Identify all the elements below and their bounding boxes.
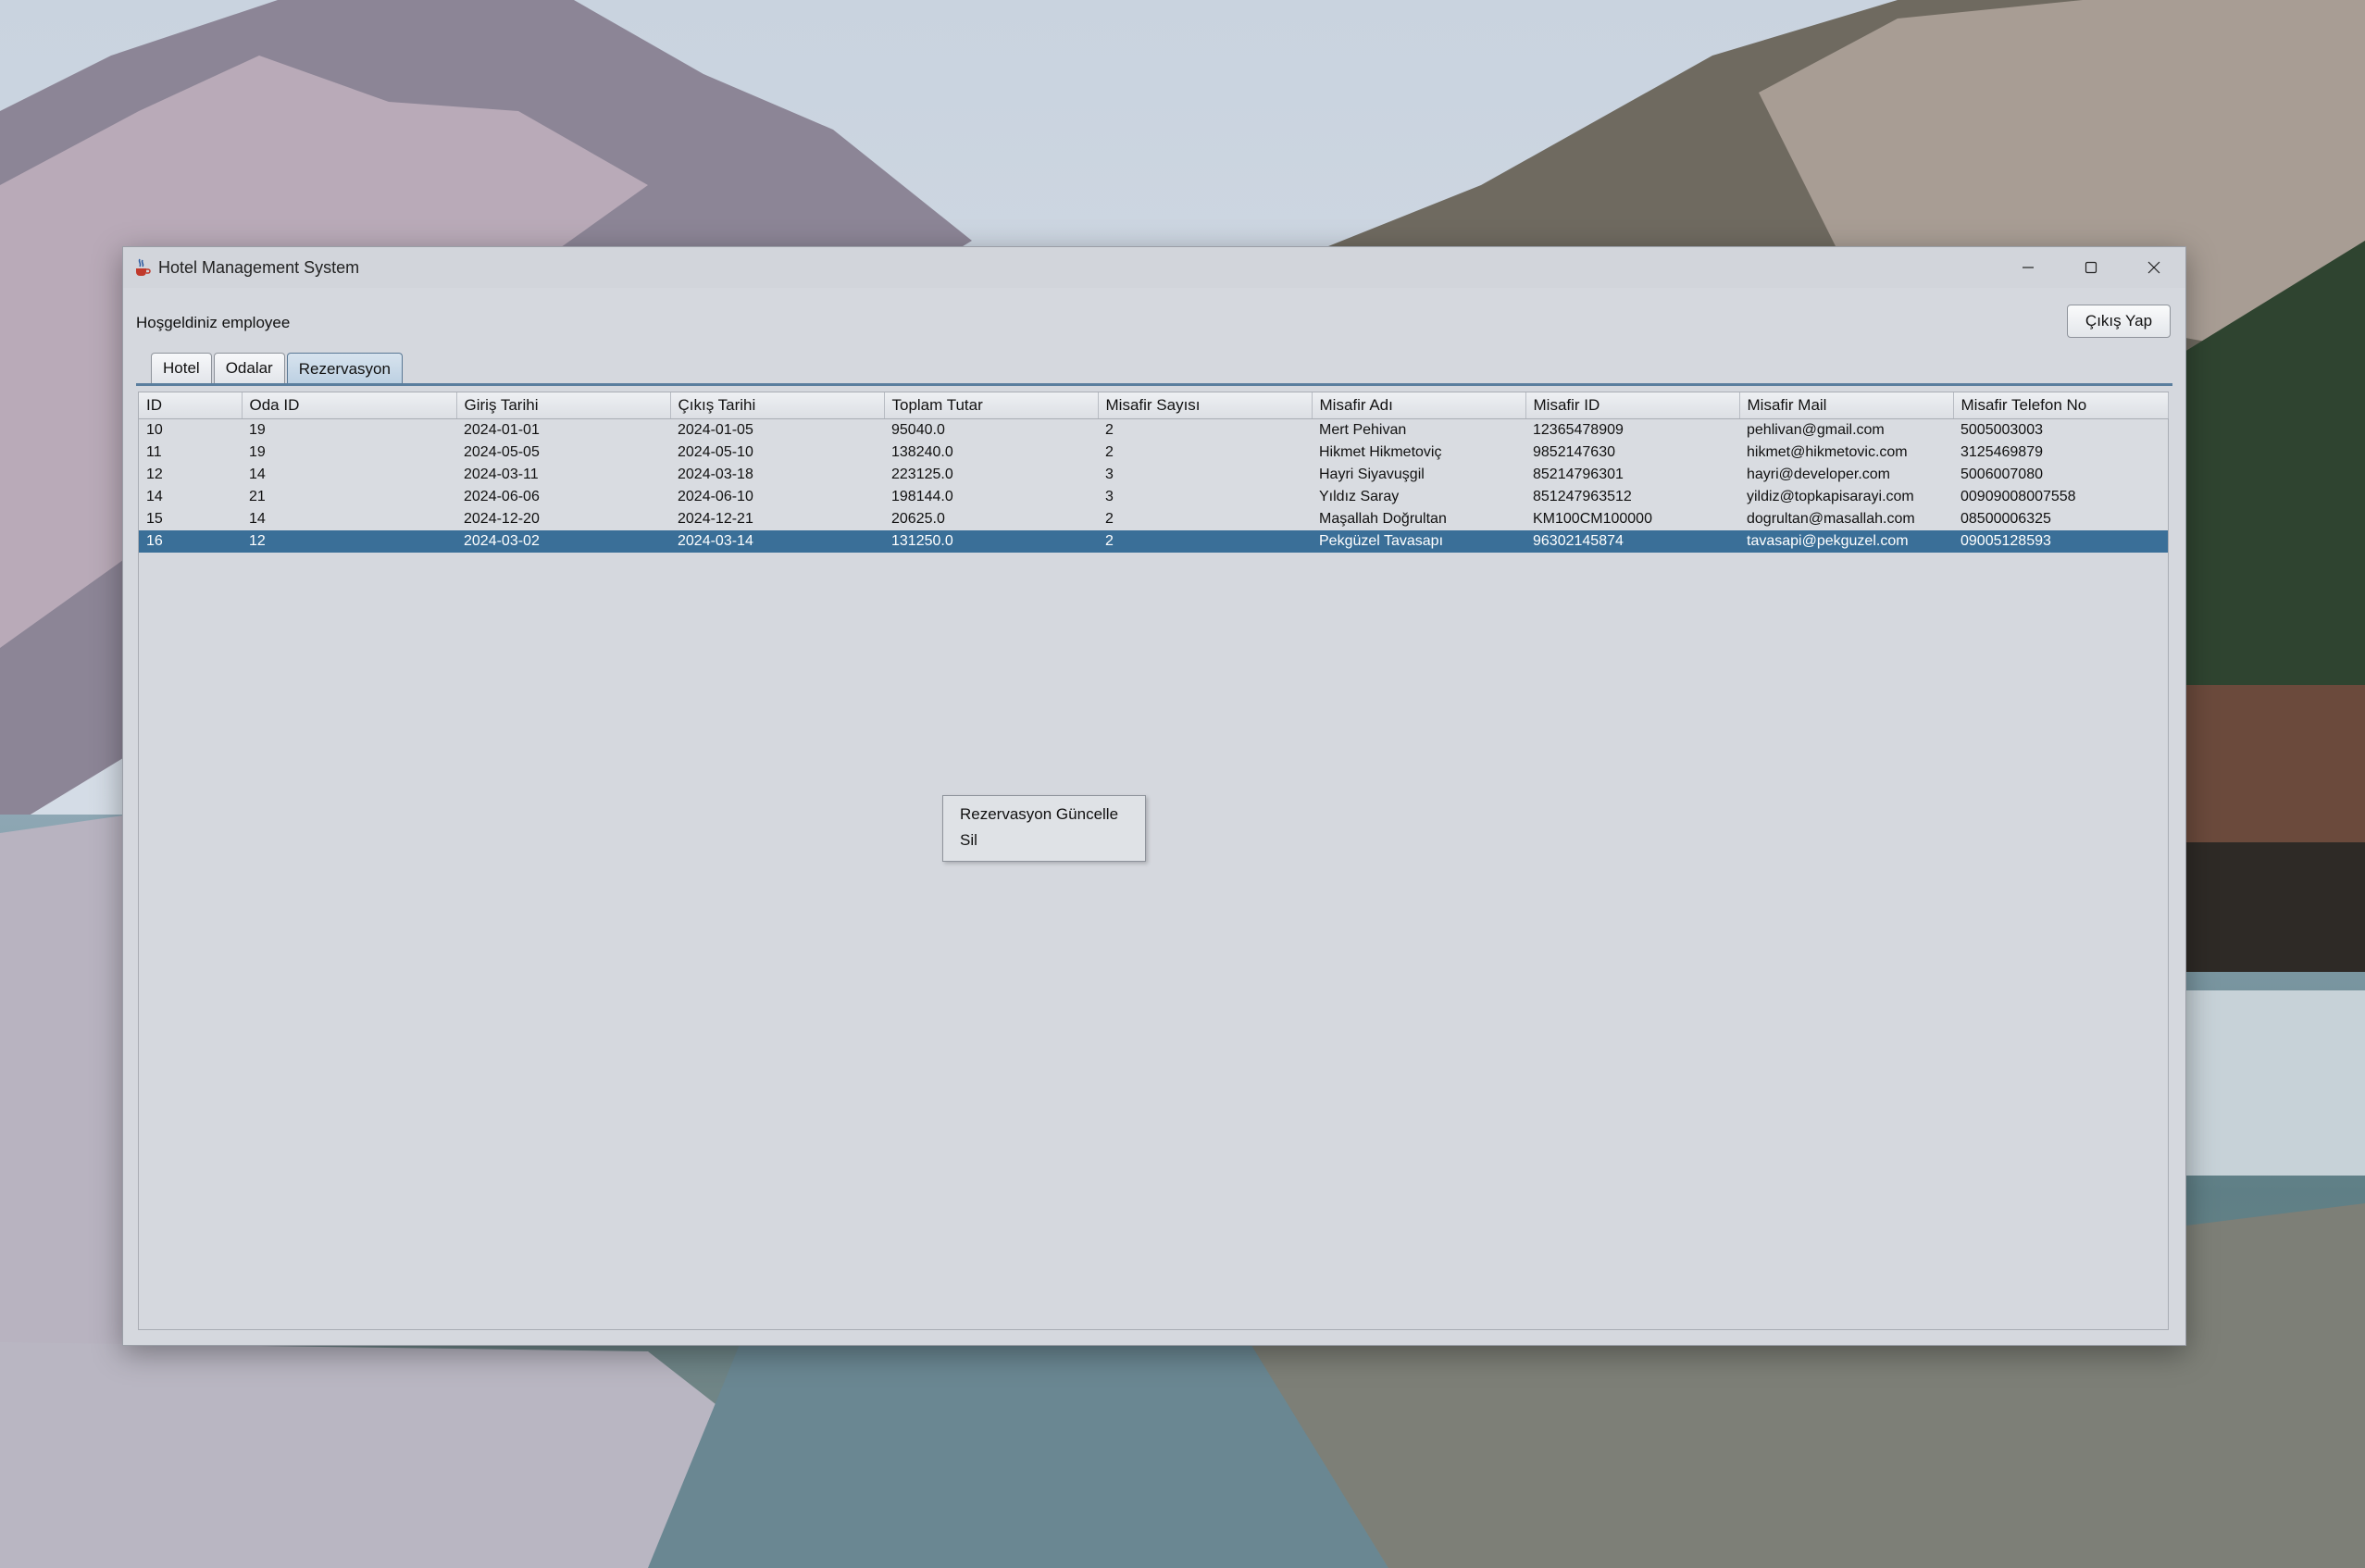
logout-button[interactable]: Çıkış Yap: [2067, 305, 2171, 338]
table-cell: 2024-12-21: [678, 511, 753, 527]
close-icon: [2147, 261, 2160, 274]
table-cell: 12: [146, 467, 163, 482]
tab-rezervasyon[interactable]: Rezervasyon: [286, 353, 403, 384]
table-cell: 2: [1105, 533, 1114, 549]
table-cell: 2024-06-10: [678, 489, 753, 504]
table-cell: tavasapi@pekguzel.com: [1747, 533, 1909, 549]
window-title: Hotel Management System: [158, 257, 360, 277]
table-cell: Hikmet Hikmetoviç: [1319, 444, 1442, 460]
menu-item-rezervasyon-guncelle[interactable]: Rezervasyon Güncelle: [943, 802, 1145, 828]
table-cell: Mert Pehivan: [1319, 422, 1407, 438]
table-cell: hayri@developer.com: [1747, 467, 1890, 482]
table-cell: 21: [249, 489, 266, 504]
table-cell: 2024-01-05: [678, 422, 753, 438]
table-cell: 2024-01-01: [464, 422, 540, 438]
table-cell: 2024-05-10: [678, 444, 753, 460]
column-header-oda-id[interactable]: Oda ID: [242, 392, 457, 419]
table-cell: 96302145874: [1533, 533, 1624, 549]
column-header-toplam-tutar[interactable]: Toplam Tutar: [884, 392, 1099, 419]
table-cell: 2: [1105, 444, 1114, 460]
table-cell: 11: [146, 444, 162, 460]
column-header-misafir-sayisi[interactable]: Misafir Sayısı: [1098, 392, 1313, 419]
table-cell: Maşallah Doğrultan: [1319, 511, 1447, 527]
table-cell: 2024-03-02: [464, 533, 540, 549]
tab-hotel[interactable]: Hotel: [151, 353, 212, 383]
table-cell: Pekgüzel Tavasapı: [1319, 533, 1444, 549]
table-cell: 198144.0: [891, 489, 953, 504]
table-cell: 08500006325: [1960, 511, 2051, 527]
table-cell: 19: [249, 444, 266, 460]
table-cell: 95040.0: [891, 422, 945, 438]
column-header-id[interactable]: ID: [139, 392, 243, 419]
table-cell: yildiz@topkapisarayi.com: [1747, 489, 1914, 504]
table-cell: 16: [146, 533, 163, 549]
menu-item-sil[interactable]: Sil: [943, 828, 1145, 853]
table-cell: Hayri Siyavuşgil: [1319, 467, 1425, 482]
maximize-icon: [2085, 261, 2097, 274]
reservation-table: ID Oda ID Giriş Tarihi Çıkış Tarihi Topl…: [139, 392, 2169, 553]
table-cell: hikmet@hikmetovic.com: [1747, 444, 1908, 460]
table-cell: 138240.0: [891, 444, 953, 460]
table-cell: 85214796301: [1533, 467, 1624, 482]
table-cell: 12365478909: [1533, 422, 1624, 438]
table-cell: 19: [249, 422, 266, 438]
table-cell: 2024-03-14: [678, 533, 753, 549]
table-header-row: ID Oda ID Giriş Tarihi Çıkış Tarihi Topl…: [139, 392, 2169, 419]
table-row[interactable]: 14 21 2024-06-06 2024-06-10 198144.0 3 Y…: [139, 486, 2168, 508]
table-cell: 2024-06-06: [464, 489, 540, 504]
table-cell: 3: [1105, 489, 1114, 504]
welcome-label: Hoşgeldiniz employee: [136, 314, 291, 331]
column-header-misafir-mail[interactable]: Misafir Mail: [1739, 392, 1954, 419]
table-cell: 3125469879: [1960, 444, 2043, 460]
table-cell: 00909008007558: [1960, 489, 2076, 504]
table-cell: 5005003003: [1960, 422, 2043, 438]
maximize-button[interactable]: [2060, 247, 2122, 288]
minimize-icon: [2023, 267, 2034, 268]
table-cell: dogrultan@masallah.com: [1747, 511, 1915, 527]
column-header-cikis-tarihi[interactable]: Çıkış Tarihi: [670, 392, 885, 419]
table-row[interactable]: 10 19 2024-01-01 2024-01-05 95040.0 2 Me…: [139, 418, 2168, 442]
table-cell: 10: [146, 422, 163, 438]
table-row[interactable]: 11 19 2024-05-05 2024-05-10 138240.0 2 H…: [139, 442, 2168, 464]
table-cell: 5006007080: [1960, 467, 2043, 482]
table-cell: 9852147630: [1533, 444, 1615, 460]
column-header-misafir-telefon[interactable]: Misafir Telefon No: [1953, 392, 2169, 419]
tab-odalar[interactable]: Odalar: [213, 353, 285, 383]
table-row[interactable]: 15 14 2024-12-20 2024-12-21 20625.0 2 Ma…: [139, 508, 2168, 530]
close-button[interactable]: [2122, 247, 2185, 288]
table-cell: 851247963512: [1533, 489, 1632, 504]
table-cell: 131250.0: [891, 533, 953, 549]
table-cell: 09005128593: [1960, 533, 2051, 549]
app-window: Hotel Management System Hoşgeldiniz empl…: [122, 246, 2186, 1346]
column-header-misafir-id[interactable]: Misafir ID: [1525, 392, 1740, 419]
table-cell: KM100CM100000: [1533, 511, 1652, 527]
table-cell: 2024-03-18: [678, 467, 753, 482]
table-cell: 15: [146, 511, 163, 527]
table-cell: 14: [146, 489, 163, 504]
minimize-button[interactable]: [1997, 247, 2060, 288]
table-cell: 3: [1105, 467, 1114, 482]
context-menu: Rezervasyon Güncelle Sil: [942, 795, 1146, 862]
title-bar[interactable]: Hotel Management System: [123, 247, 2185, 288]
table-cell: 2: [1105, 511, 1114, 527]
java-cup-icon: [132, 257, 153, 278]
table-cell: 2024-05-05: [464, 444, 540, 460]
column-header-misafir-adi[interactable]: Misafir Adı: [1312, 392, 1526, 419]
table-cell: 2: [1105, 422, 1114, 438]
tab-bar: Hotel Odalar Rezervasyon: [151, 353, 405, 384]
table-row-selected[interactable]: 16 12 2024-03-02 2024-03-14 131250.0 2 P…: [139, 530, 2168, 553]
table-cell: 223125.0: [891, 467, 953, 482]
table-cell: 14: [249, 467, 266, 482]
tab-underline: [136, 383, 2172, 386]
table-cell: 12: [249, 533, 266, 549]
table-cell: 2024-12-20: [464, 511, 540, 527]
table-cell: 14: [249, 511, 266, 527]
table-cell: 2024-03-11: [464, 467, 539, 482]
table-cell: 20625.0: [891, 511, 945, 527]
table-cell: pehlivan@gmail.com: [1747, 422, 1885, 438]
table-cell: Yıldız Saray: [1319, 489, 1400, 504]
reservation-table-scrollpane[interactable]: ID Oda ID Giriş Tarihi Çıkış Tarihi Topl…: [138, 392, 2169, 1330]
column-header-giris-tarihi[interactable]: Giriş Tarihi: [456, 392, 671, 419]
table-row[interactable]: 12 14 2024-03-11 2024-03-18 223125.0 3 H…: [139, 464, 2168, 486]
